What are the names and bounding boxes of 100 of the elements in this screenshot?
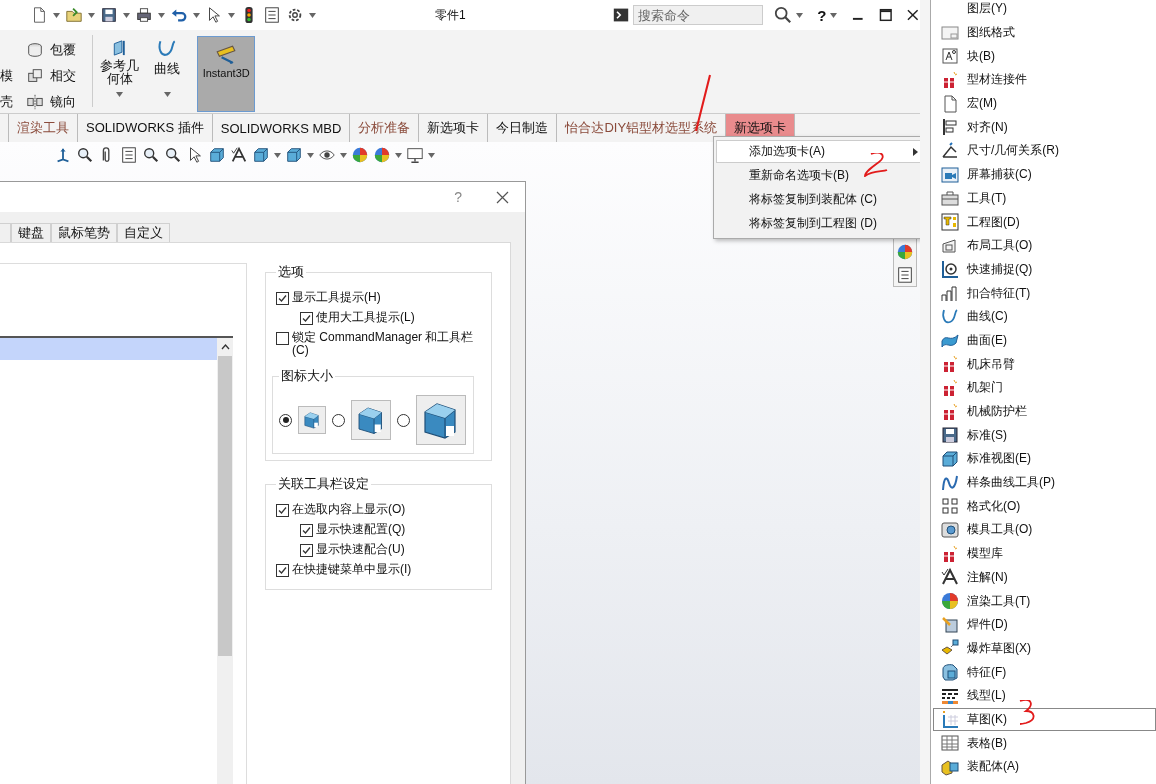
- toolbar-button[interactable]: [286, 6, 304, 24]
- toolbar-list-item[interactable]: 模型库: [933, 541, 1156, 566]
- dialog-tab[interactable]: 鼠标笔势: [51, 223, 117, 242]
- toolbar-list-item[interactable]: 机械防护栏: [933, 399, 1156, 424]
- option-checkbox[interactable]: 显示快速配置(Q): [300, 523, 483, 537]
- view-tool-button[interactable]: [285, 146, 303, 164]
- toolbar-list-item[interactable]: 尺寸/几何关系(R): [933, 139, 1156, 163]
- toolbar-list-item[interactable]: 特征(F): [933, 660, 1156, 684]
- caret-icon[interactable]: [395, 152, 402, 158]
- search-button[interactable]: [774, 6, 793, 24]
- view-tool-button[interactable]: [76, 146, 94, 164]
- toolbar-list-item[interactable]: 布局工具(O): [933, 233, 1156, 258]
- toolbar-list-item[interactable]: 宏(M): [933, 91, 1156, 116]
- toolbar-list-item[interactable]: 样条曲线工具(P): [933, 470, 1156, 495]
- toolbar-list-item[interactable]: 装配体(A): [933, 755, 1156, 779]
- option-checkbox[interactable]: 显示工具提示(H): [276, 291, 483, 305]
- scrollbar[interactable]: [217, 338, 233, 784]
- view-tool-button[interactable]: [120, 146, 138, 164]
- tool-label[interactable]: 模: [0, 63, 22, 89]
- toolbar-button[interactable]: [100, 6, 118, 24]
- toolbar-list-item[interactable]: 扣合特征(T): [933, 281, 1156, 305]
- caret-icon[interactable]: [88, 12, 95, 18]
- toolbar-list-item[interactable]: 标准(S): [933, 423, 1156, 448]
- caret-icon[interactable]: [163, 92, 171, 97]
- option-checkbox[interactable]: 在快捷键菜单中显示(I): [276, 563, 483, 577]
- toolbar-list-item[interactable]: 焊件(D): [933, 612, 1156, 637]
- radio-button[interactable]: [332, 413, 345, 427]
- view-tool-button[interactable]: [164, 146, 182, 164]
- toolbar-list-item[interactable]: 机架门: [933, 376, 1156, 400]
- tool-label[interactable]: 壳: [0, 89, 22, 115]
- toolbar-list-item[interactable]: 爆炸草图(X): [933, 636, 1156, 661]
- tool-button[interactable]: 相交: [22, 63, 92, 89]
- toolbar-list-item[interactable]: 格式化(O): [933, 494, 1156, 519]
- help-button[interactable]: ?: [817, 6, 827, 24]
- view-tool-button[interactable]: [230, 146, 248, 164]
- close-icon[interactable]: [496, 190, 509, 204]
- radio-button[interactable]: [279, 413, 292, 427]
- option-checkbox[interactable]: 显示快速配合(U): [300, 543, 483, 557]
- tool-button[interactable]: 参考几何体: [96, 30, 144, 106]
- tool-button[interactable]: 镜向: [22, 89, 92, 115]
- toolbar-list-item[interactable]: 标准视图(E): [933, 447, 1156, 471]
- toolbar-button[interactable]: [263, 6, 281, 24]
- option-checkbox[interactable]: 锁定 CommandManager 和工具栏(C): [276, 331, 483, 357]
- caret-icon[interactable]: [116, 92, 124, 97]
- toolbar-list-item[interactable]: 对齐(N): [933, 115, 1156, 140]
- toolbar-list-item[interactable]: 渲染工具(T): [933, 589, 1156, 613]
- view-tool-button[interactable]: [142, 146, 160, 164]
- view-tool-button[interactable]: [54, 146, 72, 164]
- toolbar-list-item[interactable]: 注解(N): [933, 565, 1156, 590]
- menu-item[interactable]: 将标签复制到工程图 (D): [716, 212, 920, 235]
- caret-icon[interactable]: [340, 152, 347, 158]
- toolbar-list-item[interactable]: 快速捕捉(Q): [933, 257, 1156, 282]
- caret-icon[interactable]: [53, 12, 60, 18]
- toolbar-list-item[interactable]: 图纸格式: [933, 20, 1156, 45]
- caret-icon[interactable]: [123, 12, 130, 18]
- maximize-icon[interactable]: [878, 8, 893, 22]
- caret-icon[interactable]: [193, 12, 200, 18]
- help-button[interactable]: ?: [454, 189, 462, 205]
- tool-button[interactable]: Instant3D: [197, 36, 256, 112]
- toolbar-list-item[interactable]: 线型(L): [933, 683, 1156, 708]
- toolbar-list-item[interactable]: 草图(K): [933, 707, 1156, 732]
- radio-button[interactable]: [397, 413, 410, 427]
- scrollbar-thumb[interactable]: [218, 356, 232, 656]
- caret-icon[interactable]: [796, 12, 804, 18]
- view-tool-button[interactable]: [406, 146, 424, 164]
- toolbar-list-item[interactable]: 型材连接件: [933, 68, 1156, 92]
- option-checkbox[interactable]: 使用大工具提示(L): [300, 311, 483, 325]
- toolbar-list-item[interactable]: 曲线(C): [933, 304, 1156, 329]
- view-tool-button[interactable]: [208, 146, 226, 164]
- tool-button[interactable]: 曲线: [143, 30, 192, 106]
- menu-item[interactable]: 添加选项卡(A): [716, 140, 920, 163]
- caret-icon[interactable]: [309, 12, 316, 18]
- dialog-tab[interactable]: 键盘: [11, 223, 51, 242]
- toolbar-list-item[interactable]: 模具工具(O): [933, 518, 1156, 542]
- toolbar-button[interactable]: [135, 6, 153, 24]
- scroll-up-icon[interactable]: [220, 344, 230, 350]
- toolbar-list-item[interactable]: 曲面(E): [933, 328, 1156, 353]
- toolbar-list-item[interactable]: 屏幕捕获(C): [933, 162, 1156, 187]
- search-field[interactable]: 搜索命令: [633, 5, 764, 25]
- caret-icon[interactable]: [428, 152, 435, 158]
- view-tool-button[interactable]: [252, 146, 270, 164]
- toolbar-list-item[interactable]: 块(B): [933, 44, 1156, 69]
- tool-button[interactable]: 包覆: [22, 37, 92, 63]
- close-icon[interactable]: [906, 8, 920, 22]
- toolbar-list-item[interactable]: 工程图(D): [933, 210, 1156, 234]
- caret-icon[interactable]: [158, 12, 165, 18]
- toolbar-list-item[interactable]: 工具(T): [933, 186, 1156, 211]
- caret-icon[interactable]: [307, 152, 314, 158]
- save-icon: [100, 6, 118, 24]
- menu-item[interactable]: 将标签复制到装配体 (C): [716, 188, 920, 211]
- dialog-tab[interactable]: 自定义: [117, 223, 170, 242]
- caret-icon[interactable]: [830, 12, 838, 18]
- toolbar-list-item[interactable]: 机床吊臂: [933, 352, 1156, 376]
- toolbar-list-item[interactable]: 表格(B): [933, 731, 1156, 755]
- format-icon: [940, 496, 960, 517]
- caret-icon[interactable]: [228, 12, 235, 18]
- menu-item[interactable]: 重新命名选项卡(B): [716, 164, 920, 187]
- option-checkbox[interactable]: 在选取内容上显示(O): [276, 503, 483, 517]
- caret-icon[interactable]: [274, 152, 281, 158]
- toolbar-list-item[interactable]: 图层(Y): [933, 0, 1156, 21]
